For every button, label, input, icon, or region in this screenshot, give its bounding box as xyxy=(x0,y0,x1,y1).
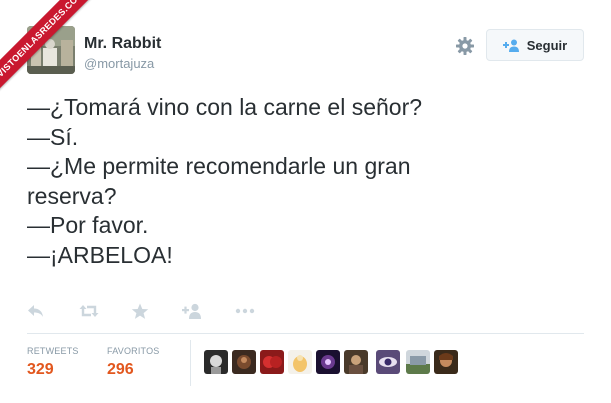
tweet-text: —¿Tomará vino con la carne el señor? —Sí… xyxy=(27,93,587,270)
follow-button-label: Seguir xyxy=(526,37,568,53)
reply-icon[interactable] xyxy=(27,303,47,323)
tweet-line: —Sí. xyxy=(27,123,79,150)
watermark-ribbon: VISTOENLASREDES.COM xyxy=(0,0,110,110)
retweets-count[interactable]: 329 xyxy=(27,361,54,379)
favorites-count[interactable]: 296 xyxy=(107,361,134,379)
retweet-icon[interactable] xyxy=(79,303,99,323)
tweet-line: —¿Me permite recomendarle un gran xyxy=(27,153,411,179)
favoriter-avatar[interactable] xyxy=(406,350,430,374)
favoriter-avatar[interactable] xyxy=(316,350,340,374)
stats-separator xyxy=(190,340,191,386)
retweets-label[interactable]: RETWEETS xyxy=(27,346,79,356)
tweet-line: —Por favor. xyxy=(27,212,149,238)
favoriter-avatar[interactable] xyxy=(344,350,368,374)
tweet-line: reserva? xyxy=(27,182,117,209)
gear-icon[interactable] xyxy=(455,36,475,56)
more-icon[interactable] xyxy=(235,303,255,323)
favoriter-avatar[interactable] xyxy=(376,350,400,374)
favoriter-avatar[interactable] xyxy=(260,350,284,374)
stats-top-divider xyxy=(27,333,584,334)
favorite-icon[interactable] xyxy=(131,303,151,323)
follow-button[interactable]: Seguir xyxy=(486,29,584,61)
favoriter-avatar[interactable] xyxy=(232,350,256,374)
tweet-line: —¡ARBELOA! xyxy=(27,241,173,268)
watermark-text: VISTOENLASREDES.COM xyxy=(0,0,104,98)
favoriter-avatar[interactable] xyxy=(434,350,458,374)
follow-icon[interactable] xyxy=(182,303,202,323)
add-user-icon xyxy=(502,39,520,52)
favorites-label[interactable]: FAVORITOS xyxy=(107,346,159,356)
tweet-line: —¿Tomará vino con la carne el señor? xyxy=(27,94,423,120)
favoriter-avatar[interactable] xyxy=(204,350,228,374)
favoriter-avatar[interactable] xyxy=(288,350,312,374)
